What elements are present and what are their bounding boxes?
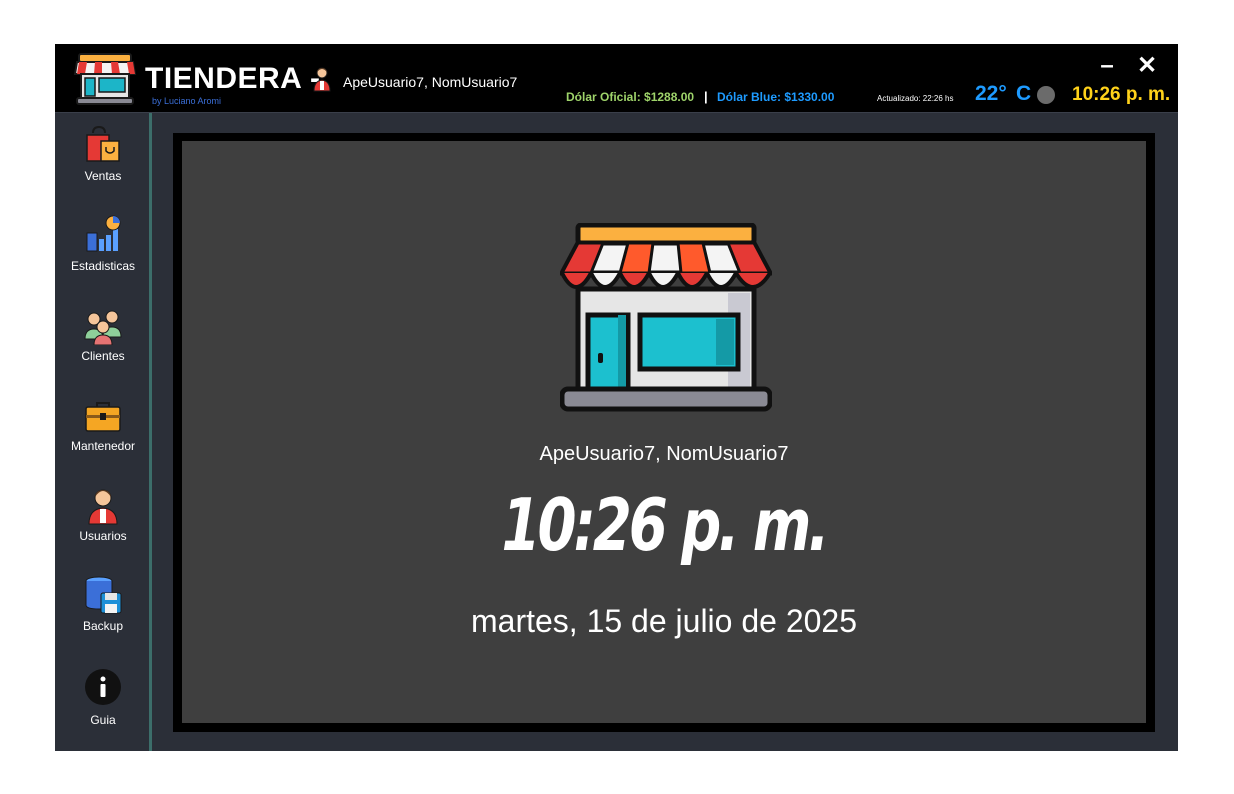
toolbox-icon [85,402,121,432]
temperature-unit: C [1016,82,1032,105]
sidebar-item-label: Usuarios [79,529,127,543]
header-clock: 10:26 p. m. [1072,84,1171,105]
weather-status-icon [1037,86,1055,104]
sidebar-item-label: Clientes [81,349,125,363]
current-user-icon [313,67,331,92]
sidebar-item-clientes[interactable]: Clientes [55,305,149,385]
home-panel: ApeUsuario7, NomUsuario7 10:26 p. m. mar… [182,141,1146,723]
app-window: TIENDERA - by Luciano Aromi ApeUsuario7,… [55,44,1178,751]
main-clock: 10:26 p. m. [501,483,830,567]
dolar-blue-rate: Dólar Blue: $1330.00 [717,90,835,104]
sidebar-item-mantenedor[interactable]: Mantenedor [55,395,149,475]
statistics-icon [86,215,121,252]
sidebar: Ventas Estadisticas Clientes Mantenedor … [55,113,152,751]
store-logo-icon [73,53,137,105]
welcome-user-name: ApeUsuario7, NomUsuario7 [539,443,789,465]
sidebar-item-guia[interactable]: Guia [55,665,149,745]
info-icon [85,669,121,705]
temperature-value: 22° [975,82,1007,105]
sidebar-item-usuarios[interactable]: Usuarios [55,485,149,565]
sidebar-item-label: Backup [82,619,124,633]
main-panel: ApeUsuario7, NomUsuario7 10:26 p. m. mar… [173,133,1155,732]
sidebar-item-label: Guia [90,713,116,727]
main-date: martes, 15 de julio de 2025 [470,603,858,639]
sidebar-item-label: Ventas [84,169,122,183]
rate-separator: | [704,89,708,104]
app-byline: by Luciano Aromi [152,96,222,106]
minimize-button[interactable]: – [1094,54,1120,78]
shopping-bags-icon [86,125,120,162]
clients-icon [84,310,122,345]
app-title: TIENDERA - [145,62,321,95]
dolar-oficial-rate: Dólar Oficial: $1288.00 [566,90,695,104]
updated-time: Actualizado: 22:26 hs [877,94,954,103]
sidebar-item-backup[interactable]: Backup [55,575,149,655]
title-bar: TIENDERA - by Luciano Aromi ApeUsuario7,… [55,44,1178,113]
sidebar-item-label: Mantenedor [70,439,136,453]
sidebar-item-label: Estadisticas [70,259,136,273]
user-icon [88,489,118,525]
sidebar-item-ventas[interactable]: Ventas [55,125,149,205]
sidebar-item-estadisticas[interactable]: Estadisticas [55,215,149,295]
database-save-icon [85,576,122,614]
header-user-name: ApeUsuario7, NomUsuario7 [343,74,518,90]
store-icon [560,223,772,412]
close-button[interactable]: ✕ [1134,54,1160,78]
